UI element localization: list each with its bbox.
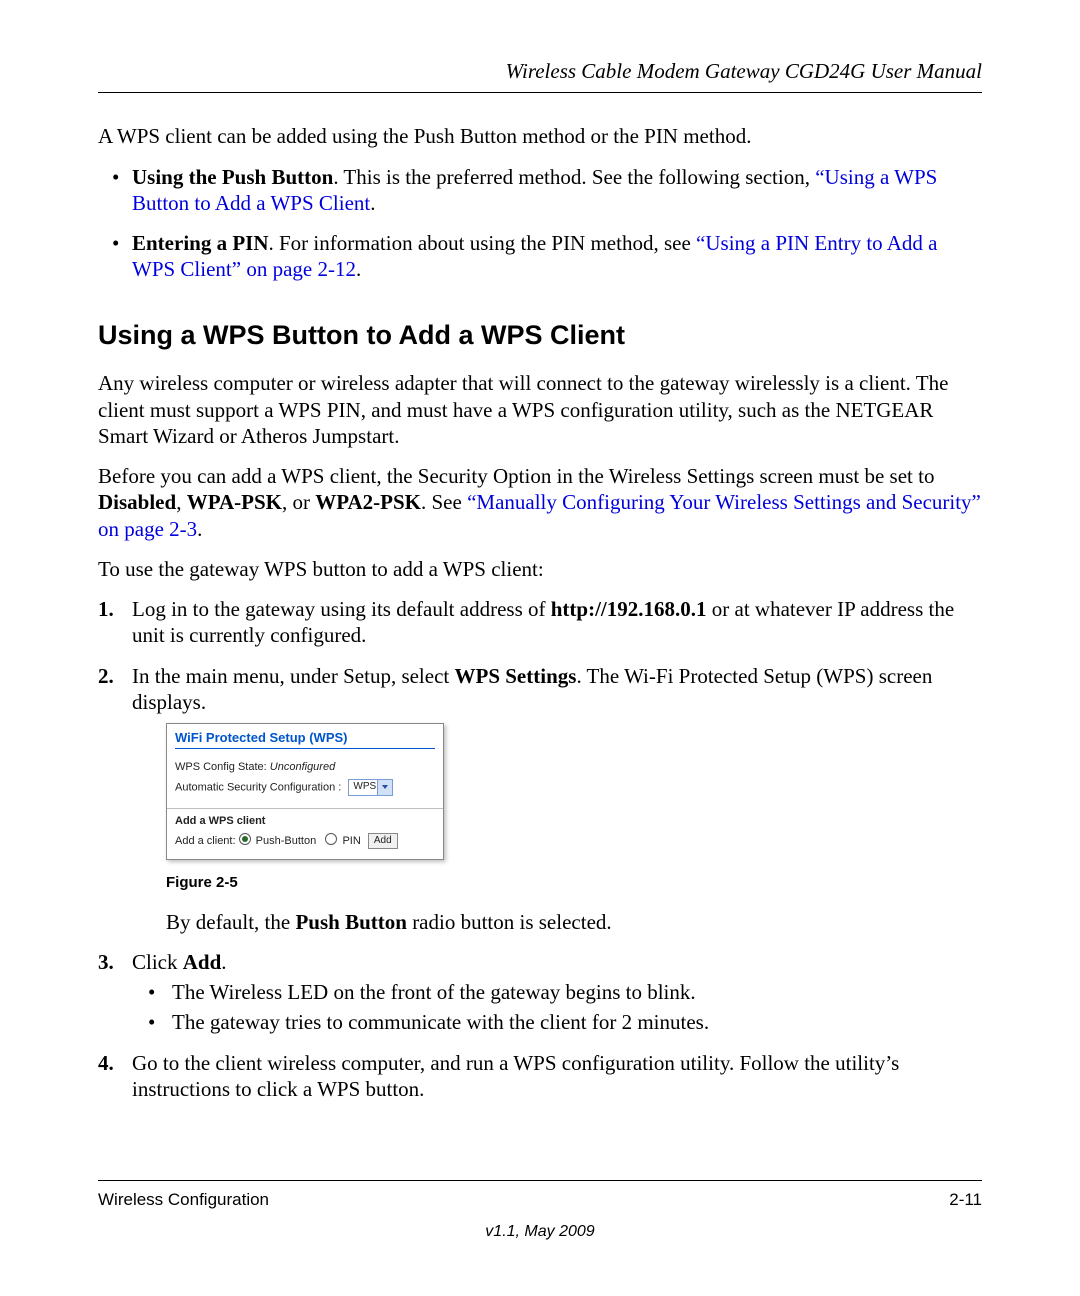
radio-push-button[interactable] bbox=[239, 833, 251, 845]
wps-state-value: Unconfigured bbox=[270, 761, 335, 773]
text: , bbox=[176, 490, 187, 514]
divider bbox=[175, 748, 435, 749]
text-bold: Disabled bbox=[98, 490, 176, 514]
step-2-note: By default, the Push Button radio button… bbox=[166, 909, 982, 935]
text: , or bbox=[282, 490, 315, 514]
wps-panel: WiFi Protected Setup (WPS) WPS Config St… bbox=[166, 723, 444, 860]
wps-asc-row: Automatic Security Configuration : WPS bbox=[167, 777, 443, 798]
text: . bbox=[221, 950, 226, 974]
figure-caption: Figure 2-5 bbox=[166, 874, 982, 893]
wps-asc-label: Automatic Security Configuration : bbox=[175, 781, 341, 793]
radio-push-button-label: Push-Button bbox=[256, 835, 317, 847]
bullet-text: . For information about using the PIN me… bbox=[269, 231, 697, 255]
body-paragraph: Before you can add a WPS client, the Sec… bbox=[98, 463, 982, 542]
text: In the main menu, under Setup, select bbox=[132, 664, 455, 688]
method-bullet-list: Using the Push Button. This is the prefe… bbox=[98, 164, 982, 283]
step-2: In the main menu, under Setup, select WP… bbox=[98, 663, 982, 935]
figure-wps-panel: WiFi Protected Setup (WPS) WPS Config St… bbox=[166, 723, 982, 860]
step-4: Go to the client wireless computer, and … bbox=[98, 1050, 982, 1103]
intro-paragraph: A WPS client can be added using the Push… bbox=[98, 123, 982, 149]
bullet-pin: Entering a PIN. For information about us… bbox=[98, 230, 982, 283]
step-3-sub-1: The Wireless LED on the front of the gat… bbox=[132, 979, 982, 1005]
wps-panel-title: WiFi Protected Setup (WPS) bbox=[167, 724, 443, 748]
bullet-text: . This is the preferred method. See the … bbox=[333, 165, 815, 189]
wps-asc-select[interactable]: WPS bbox=[348, 779, 393, 796]
divider bbox=[167, 808, 443, 809]
radio-pin[interactable] bbox=[325, 833, 337, 845]
step-1: Log in to the gateway using its default … bbox=[98, 596, 982, 649]
text: By default, the bbox=[166, 910, 295, 934]
text: . See bbox=[421, 490, 467, 514]
radio-pin-label: PIN bbox=[342, 835, 360, 847]
document-page: Wireless Cable Modem Gateway CGD24G User… bbox=[0, 0, 1080, 1296]
wps-state-label: WPS Config State: bbox=[175, 761, 270, 773]
text-bold: Push Button bbox=[295, 910, 406, 934]
text: Before you can add a WPS client, the Sec… bbox=[98, 464, 934, 488]
step-3-sub-2: The gateway tries to communicate with th… bbox=[132, 1009, 982, 1035]
bullet-tail: . bbox=[370, 191, 375, 215]
step-3: Click Add. The Wireless LED on the front… bbox=[98, 949, 982, 1036]
step-3-sublist: The Wireless LED on the front of the gat… bbox=[132, 979, 982, 1036]
wps-asc-value: WPS bbox=[353, 781, 376, 792]
body-paragraph: Any wireless computer or wireless adapte… bbox=[98, 370, 982, 449]
add-button[interactable]: Add bbox=[368, 833, 398, 849]
section-heading: Using a WPS Button to Add a WPS Client bbox=[98, 319, 982, 353]
page-footer: Wireless Configuration 2-11 bbox=[98, 1180, 982, 1210]
bullet-lead: Entering a PIN bbox=[132, 231, 269, 255]
text-bold: Add bbox=[183, 950, 222, 974]
steps-list: Log in to the gateway using its default … bbox=[98, 596, 982, 1102]
page-header: Wireless Cable Modem Gateway CGD24G User… bbox=[98, 58, 982, 93]
wps-add-client-row: Add a client: Push-Button PIN Add bbox=[167, 831, 443, 859]
text-bold: WPA-PSK bbox=[187, 490, 282, 514]
footer-page-number: 2-11 bbox=[949, 1189, 982, 1210]
text: Log in to the gateway using its default … bbox=[132, 597, 551, 621]
footer-section-title: Wireless Configuration bbox=[98, 1189, 269, 1210]
text-bold: WPA2-PSK bbox=[315, 490, 421, 514]
text: Click bbox=[132, 950, 183, 974]
body-paragraph: To use the gateway WPS button to add a W… bbox=[98, 556, 982, 582]
chevron-down-icon bbox=[382, 785, 388, 789]
wps-add-client-heading: Add a WPS client bbox=[167, 815, 443, 831]
wps-config-state-row: WPS Config State: Unconfigured bbox=[167, 759, 443, 777]
footer-version: v1.1, May 2009 bbox=[0, 1222, 1080, 1242]
text: . bbox=[197, 517, 202, 541]
text-bold: WPS Settings bbox=[455, 664, 577, 688]
text-bold: http://192.168.0.1 bbox=[551, 597, 707, 621]
text: radio button is selected. bbox=[407, 910, 612, 934]
bullet-lead: Using the Push Button bbox=[132, 165, 333, 189]
wps-add-label: Add a client: bbox=[175, 835, 236, 847]
bullet-tail: . bbox=[356, 257, 361, 281]
bullet-push-button: Using the Push Button. This is the prefe… bbox=[98, 164, 982, 217]
